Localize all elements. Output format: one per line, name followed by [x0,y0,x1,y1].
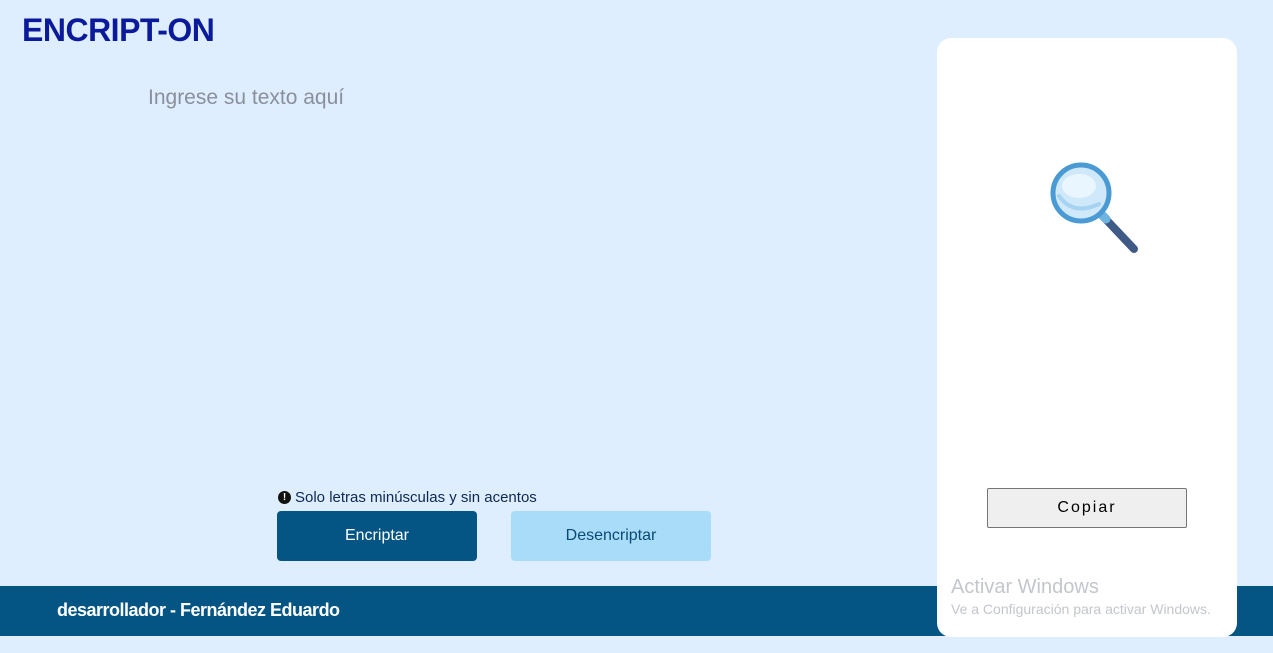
magnifier-icon [1050,162,1138,253]
app-logo: ENCRIPT-ON [22,12,215,48]
watermark-subtitle: Ve a Configuración para activar Windows. [951,601,1211,617]
hint-text: Solo letras minúsculas y sin acentos [295,489,537,506]
copy-button[interactable]: Copiar [987,488,1187,528]
windows-activation-watermark: Activar Windows Ve a Configuración para … [951,576,1211,617]
footer-credit: desarrollador - Fernández Eduardo [57,600,340,620]
encrypt-button[interactable]: Encriptar [277,511,477,561]
input-hint: ! Solo letras minúsculas y sin acentos [278,489,537,506]
watermark-title: Activar Windows [951,576,1099,598]
text-input[interactable] [140,80,880,460]
decrypt-button[interactable]: Desencriptar [511,511,711,561]
exclamation-circle-icon: ! [278,491,291,504]
output-panel: Copiar [937,38,1237,637]
